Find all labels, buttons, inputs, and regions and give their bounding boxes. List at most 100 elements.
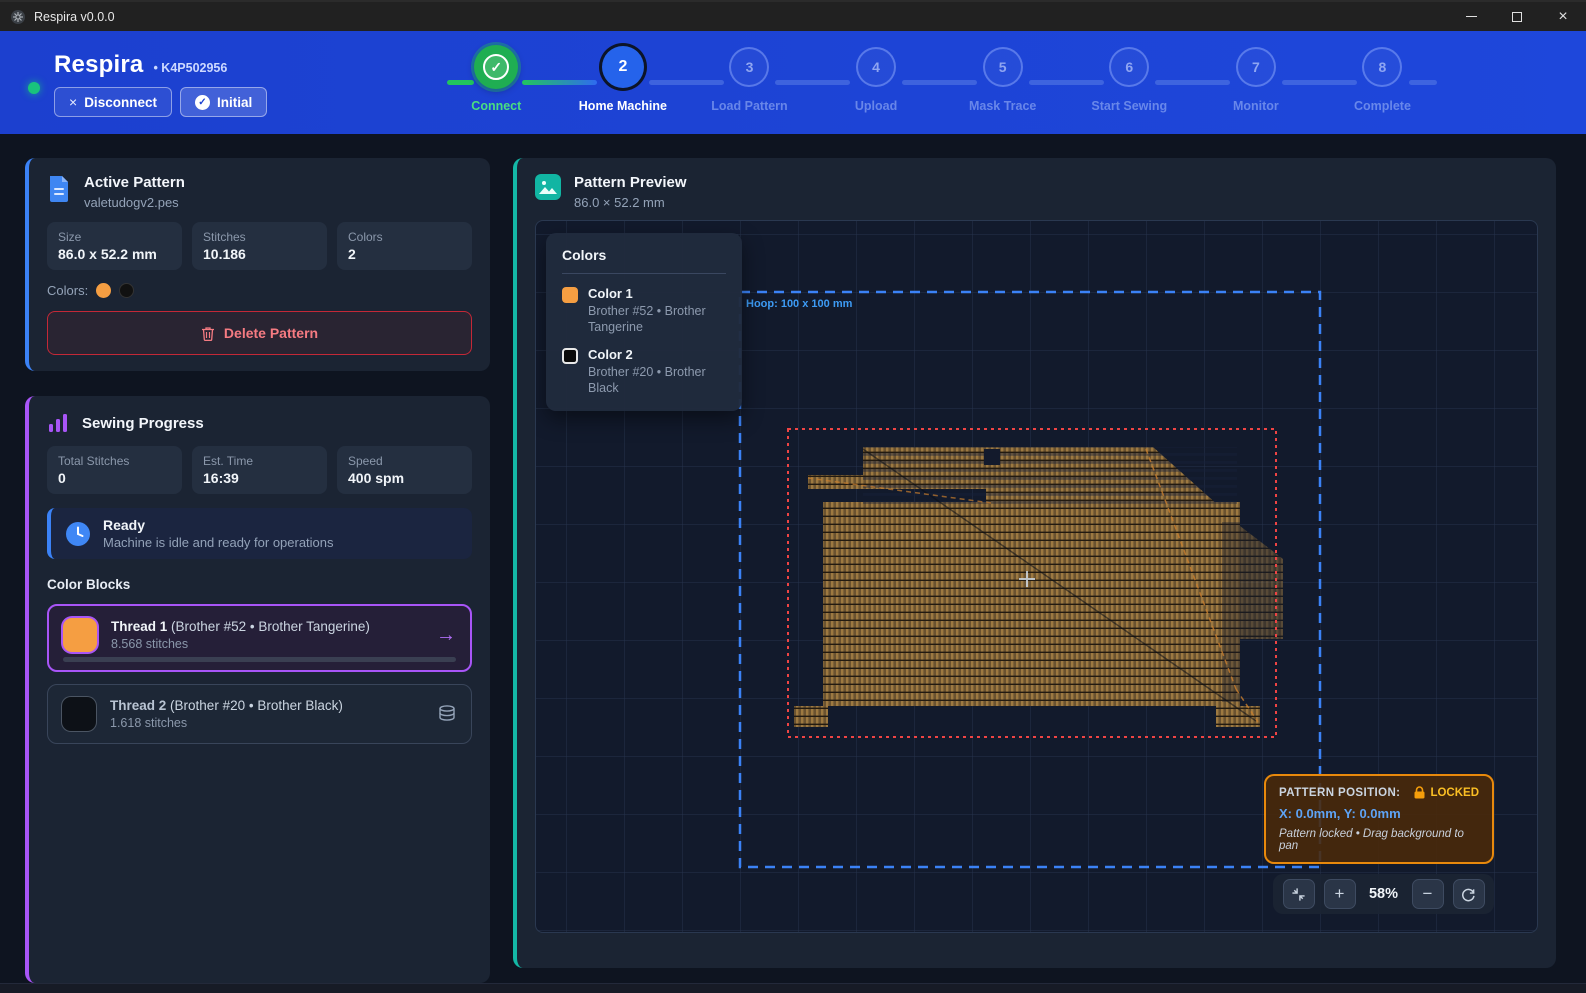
zoom-level: 58% bbox=[1365, 886, 1403, 902]
titlebar: Respira v0.0.0 × bbox=[0, 0, 1586, 31]
thread-2-stitches: 1.618 stitches bbox=[110, 716, 423, 730]
close-icon: × bbox=[69, 94, 77, 110]
step-connect[interactable]: ✓ Connect bbox=[433, 44, 560, 113]
pattern-preview-title: Pattern Preview bbox=[574, 174, 687, 191]
delete-pattern-button[interactable]: Delete Pattern bbox=[47, 311, 472, 355]
step-label: Monitor bbox=[1233, 99, 1279, 113]
stat-est-time: Est. Time 16:39 bbox=[192, 446, 327, 494]
file-icon bbox=[47, 174, 71, 202]
step-check-icon: ✓ bbox=[483, 54, 509, 80]
stat-speed: Speed 400 spm bbox=[337, 446, 472, 494]
step-label: Home Machine bbox=[579, 99, 667, 113]
check-circle-icon: ✓ bbox=[195, 95, 210, 110]
database-icon bbox=[437, 704, 457, 724]
minimize-button[interactable] bbox=[1448, 2, 1494, 31]
thread-1-name: Thread 1 bbox=[111, 619, 167, 634]
disconnect-label: Disconnect bbox=[84, 95, 157, 110]
zoom-out-button[interactable]: − bbox=[1412, 879, 1444, 909]
position-heading: PATTERN POSITION: bbox=[1279, 787, 1400, 799]
trash-icon bbox=[201, 326, 215, 341]
sewing-progress-title: Sewing Progress bbox=[82, 415, 204, 432]
pattern-filename: valetudogv2.pes bbox=[84, 195, 185, 210]
lock-icon bbox=[1414, 786, 1425, 799]
colors-legend-panel: Colors Color 1 Brother #52 • Brother Tan… bbox=[546, 233, 742, 411]
step-label: Connect bbox=[471, 99, 521, 113]
minus-icon: − bbox=[1423, 884, 1433, 904]
step-complete[interactable]: 8 Complete bbox=[1319, 44, 1446, 113]
legend-entry-color1: Color 1 Brother #52 • Brother Tangerine bbox=[562, 286, 726, 335]
step-load-pattern[interactable]: 3 Load Pattern bbox=[686, 44, 813, 113]
workflow-stepper: ✓ Connect 2 Home Machine 3 Load Pattern … bbox=[433, 44, 1446, 129]
reset-view-button[interactable] bbox=[1453, 879, 1485, 909]
app-logo-icon bbox=[10, 9, 26, 25]
fit-view-button[interactable] bbox=[1283, 879, 1315, 909]
status-description: Machine is idle and ready for operations bbox=[103, 535, 334, 550]
image-icon bbox=[535, 174, 561, 200]
delete-pattern-label: Delete Pattern bbox=[224, 325, 318, 341]
refresh-icon bbox=[1461, 887, 1476, 902]
disconnect-button[interactable]: × Disconnect bbox=[54, 87, 172, 117]
stat-size: Size 86.0 x 52.2 mm bbox=[47, 222, 182, 270]
plus-icon: + bbox=[1335, 884, 1345, 904]
color-blocks-heading: Color Blocks bbox=[47, 577, 472, 592]
machine-serial: • K4P502956 bbox=[153, 61, 227, 75]
fit-view-icon bbox=[1291, 887, 1306, 902]
legend-entry-color2: Color 2 Brother #20 • Brother Black bbox=[562, 347, 726, 396]
colors-label: Colors: bbox=[47, 283, 88, 298]
stat-total-stitches: Total Stitches 0 bbox=[47, 446, 182, 494]
legend-swatch-tangerine bbox=[562, 287, 578, 303]
stat-stitches: Stitches 10.186 bbox=[192, 222, 327, 270]
position-coordinates: X: 0.0mm, Y: 0.0mm bbox=[1279, 806, 1479, 821]
zoom-in-button[interactable]: + bbox=[1324, 879, 1356, 909]
thread-1-swatch bbox=[63, 618, 97, 652]
pattern-preview-card: Pattern Preview 86.0 × 52.2 mm bbox=[513, 158, 1556, 968]
locked-badge: LOCKED bbox=[1414, 786, 1479, 799]
step-start-sewing[interactable]: 6 Start Sewing bbox=[1066, 44, 1193, 113]
legend-swatch-black bbox=[562, 348, 578, 364]
step-label: Upload bbox=[855, 99, 897, 113]
sewing-progress-card: Sewing Progress Total Stitches 0 Est. Ti… bbox=[25, 396, 490, 983]
zoom-toolbar: + 58% − bbox=[1273, 874, 1494, 914]
step-upload[interactable]: 4 Upload bbox=[813, 44, 940, 113]
step-label: Mask Trace bbox=[969, 99, 1036, 113]
color-swatch-tangerine bbox=[96, 283, 111, 298]
thread-1-detail: (Brother #52 • Brother Tangerine) bbox=[171, 619, 370, 634]
step-monitor[interactable]: 7 Monitor bbox=[1193, 44, 1320, 113]
hoop-label: Hoop: 100 x 100 mm bbox=[746, 298, 852, 310]
legend-title: Colors bbox=[562, 247, 726, 274]
connection-status-dot bbox=[28, 82, 40, 94]
arrow-right-icon: → bbox=[436, 625, 456, 645]
close-icon: × bbox=[1558, 8, 1567, 26]
pattern-dimensions: 86.0 × 52.2 mm bbox=[574, 195, 687, 210]
initial-button[interactable]: ✓ Initial bbox=[180, 87, 267, 117]
pattern-position-overlay: PATTERN POSITION: LOCKED X: 0.0mm, Y: 0.… bbox=[1264, 774, 1494, 864]
step-label: Complete bbox=[1354, 99, 1411, 113]
pattern-canvas[interactable]: Hoop: 100 x 100 mm Colors Color 1 Brothe… bbox=[535, 220, 1538, 933]
initial-label: Initial bbox=[217, 95, 252, 110]
active-pattern-card: Active Pattern valetudogv2.pes Size 86.0… bbox=[25, 158, 490, 371]
thread-1-progress-bar bbox=[63, 657, 456, 662]
step-label: Load Pattern bbox=[711, 99, 787, 113]
window-title: Respira v0.0.0 bbox=[34, 10, 115, 24]
stat-colors: Colors 2 bbox=[337, 222, 472, 270]
maximize-button[interactable] bbox=[1494, 2, 1540, 31]
step-label: Start Sewing bbox=[1091, 99, 1167, 113]
bar-chart-icon bbox=[47, 412, 69, 434]
app-header: Respira • K4P502956 × Disconnect ✓ Initi… bbox=[0, 31, 1586, 134]
close-button[interactable]: × bbox=[1540, 2, 1586, 31]
position-hint: Pattern locked • Drag background to pan bbox=[1279, 828, 1479, 852]
thread-1-stitches: 8.568 stitches bbox=[111, 637, 422, 651]
clock-icon bbox=[65, 521, 91, 547]
thread-2-swatch bbox=[62, 697, 96, 731]
step-home-machine[interactable]: 2 Home Machine bbox=[560, 44, 687, 113]
thread-2-name: Thread 2 bbox=[110, 698, 166, 713]
thread-row-1[interactable]: Thread 1 (Brother #52 • Brother Tangerin… bbox=[47, 604, 472, 672]
minimize-icon bbox=[1466, 16, 1477, 17]
app-name: Respira bbox=[54, 51, 143, 79]
step-mask-trace[interactable]: 5 Mask Trace bbox=[939, 44, 1066, 113]
background-window-strip bbox=[0, 983, 1586, 993]
thread-2-detail: (Brother #20 • Brother Black) bbox=[170, 698, 343, 713]
embroidery-pattern[interactable] bbox=[794, 447, 1283, 727]
status-title: Ready bbox=[103, 517, 334, 533]
thread-row-2[interactable]: Thread 2 (Brother #20 • Brother Black) 1… bbox=[47, 684, 472, 744]
